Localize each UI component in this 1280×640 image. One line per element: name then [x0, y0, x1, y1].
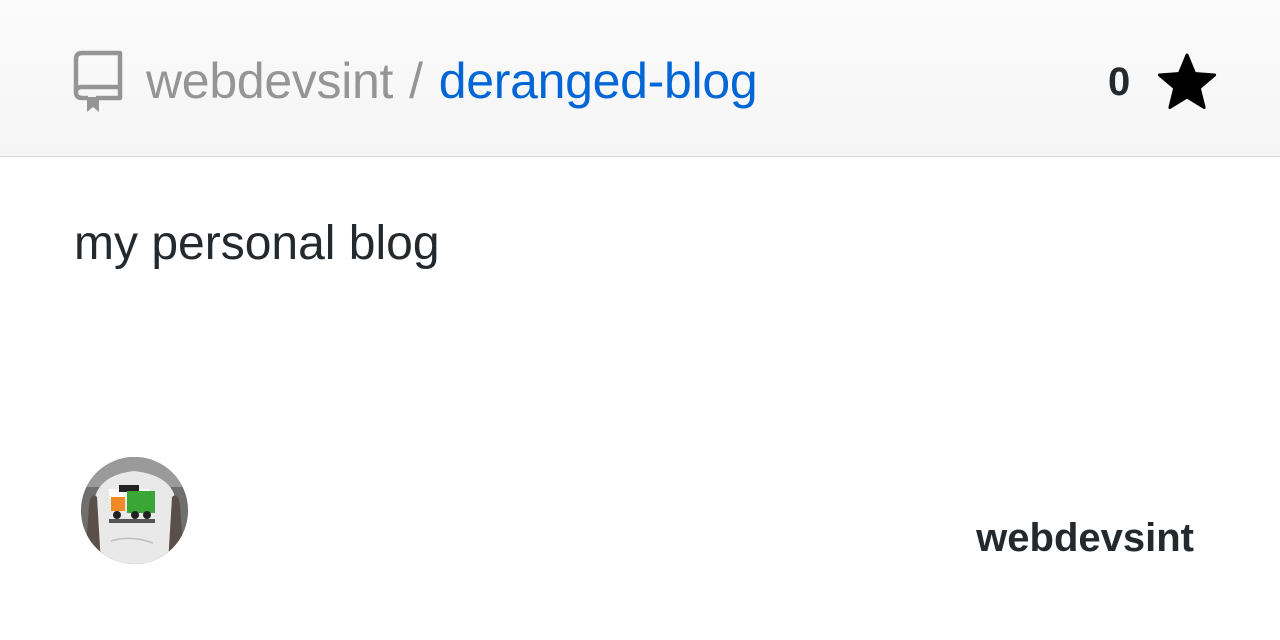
- repo-name-link[interactable]: deranged-blog: [439, 53, 758, 109]
- repo-description: my personal blog: [74, 217, 440, 270]
- star-count: 0: [1108, 60, 1131, 104]
- repo-owner-link[interactable]: webdevsint: [146, 53, 393, 109]
- avatar-photo-icon: [81, 457, 188, 564]
- repo-header: webdevsint / deranged-blog 0: [0, 0, 1280, 157]
- owner-username[interactable]: webdevsint: [976, 515, 1194, 561]
- user-avatar[interactable]: [81, 457, 188, 564]
- path-separator: /: [409, 53, 423, 109]
- repo-path: webdevsint / deranged-blog: [146, 50, 758, 112]
- star-icon[interactable]: [1157, 53, 1217, 111]
- repo-icon: [73, 50, 123, 112]
